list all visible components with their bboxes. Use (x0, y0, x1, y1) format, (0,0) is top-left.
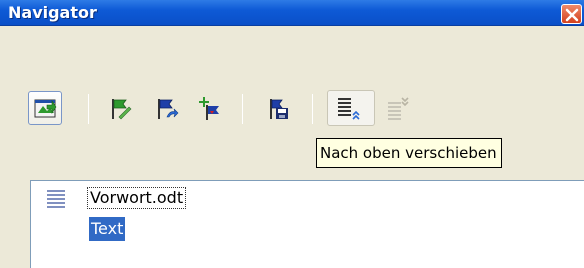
toggle-navigation-icon (34, 99, 57, 118)
tooltip: Nach oben verschieben (316, 138, 502, 168)
close-button[interactable] (561, 4, 582, 24)
link-flag-button[interactable] (150, 92, 180, 122)
save-flag-button[interactable] (262, 92, 292, 122)
toggle-navigation-button[interactable] (28, 91, 62, 125)
tree-item-label[interactable]: Vorwort.odt (87, 187, 187, 209)
move-down-icon (388, 97, 409, 120)
tree-item-selected[interactable]: Text (89, 217, 126, 241)
window-title: Navigator (8, 3, 97, 22)
navigator-tree[interactable]: Vorwort.odt Text (30, 180, 584, 268)
toolbar-separator (312, 94, 313, 124)
close-icon (565, 8, 579, 22)
flag-save-icon (270, 99, 288, 119)
insert-flag-button[interactable] (192, 92, 222, 122)
flag-edit-icon (112, 99, 132, 120)
toolbar-separator (242, 94, 243, 124)
flag-link-icon (158, 99, 179, 119)
move-up-icon (338, 98, 360, 120)
navigator-toolbar: Nach oben verschieben (0, 26, 584, 176)
document-lines-icon (47, 190, 65, 208)
title-bar: Navigator (0, 0, 584, 26)
edit-flag-button[interactable] (104, 92, 134, 122)
move-up-button[interactable] (327, 90, 375, 126)
move-down-button[interactable] (382, 92, 412, 122)
toolbar-separator (88, 94, 89, 124)
flag-insert-icon (199, 97, 219, 120)
